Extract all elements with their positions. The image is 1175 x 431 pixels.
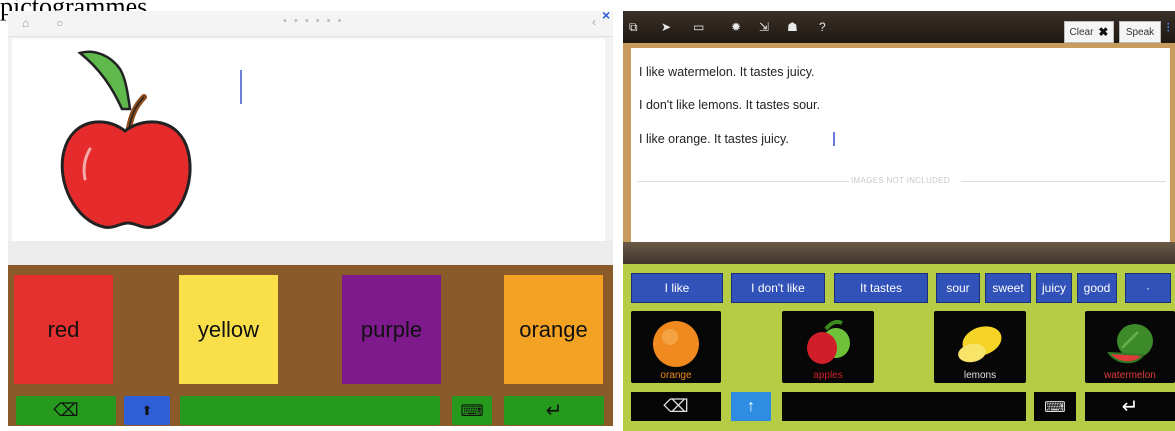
home-icon[interactable]: ⌂ [22,16,29,30]
forward-icon[interactable]: ➤ [661,20,671,34]
images-not-included-note: IMAGES NOT INCLUDED [851,176,950,185]
text-cursor [833,132,835,146]
delete-icon: ⌫ [663,396,689,416]
people-icon[interactable]: ☗ [787,20,798,34]
card-purple[interactable]: purple [342,275,441,384]
orange-image [653,321,699,367]
delete-button[interactable]: ⌫ [16,396,116,425]
phrase-label: I like [664,281,690,295]
symbol-label: lemons [963,370,997,381]
close-icon: ✖ [1098,25,1109,39]
space-bar[interactable] [782,392,1026,421]
phrase-button[interactable]: good [1077,273,1117,303]
divider-right [961,181,1166,182]
share-icon[interactable]: ⧉ [629,20,638,35]
phrase-button[interactable]: I don't like [731,273,825,303]
keyboard-icon[interactable]: ▭ [693,20,704,34]
card-yellow[interactable]: yellow [179,275,278,384]
text-cursor [240,70,242,104]
close-icon[interactable]: × [602,7,610,23]
delete-button[interactable]: ⌫ [631,392,721,421]
gear-icon[interactable]: ○ [56,16,63,30]
symbol-apples[interactable]: apples [782,311,874,383]
phrase-button[interactable]: sweet [985,273,1031,303]
apples-image [807,319,850,364]
phrase-label: juicy [1041,281,1066,295]
text-line: I don't like lemons. It tastes sour. [639,98,820,112]
gear-icon[interactable]: ✹ [731,20,741,34]
card-red[interactable]: red [14,275,113,384]
apple-image [60,50,192,229]
return-button[interactable]: ↵ [504,396,604,425]
separator-strip [8,241,613,265]
back-icon[interactable]: ‹ [592,15,596,29]
more-icon: · [1146,281,1150,295]
phrase-label: sour [946,281,970,295]
shift-icon: ↑ [747,397,755,415]
return-icon: ↵ [545,400,563,422]
right-app: ⧉ ➤ ▭ ✹ ⇲ ☗ ? Clear ✖ Speak ⁝ I like wat… [623,11,1175,431]
picture-area [12,39,605,241]
phrase-button[interactable]: I like [631,273,723,303]
speak-label: Speak [1125,26,1155,38]
export-icon[interactable]: ⇲ [759,20,769,34]
divider-left [637,181,849,182]
card-orange[interactable]: orange [504,275,603,384]
keyboard-icon: ⌨ [1044,398,1066,416]
symbol-label: apples [813,370,843,381]
phrase-button[interactable]: juicy [1036,273,1072,303]
card-label: orange [519,316,588,342]
phrase-button[interactable]: It tastes [834,273,928,303]
page-dots[interactable]: • • • • • • [283,15,343,27]
shift-button[interactable]: ↑ [731,392,771,421]
text-line: I like orange. It tastes juicy. [639,132,789,146]
keyboard-button[interactable]: ⌨ [452,396,492,425]
clear-label: Clear [1069,26,1094,38]
left-app: ⌂ ○ • • • • • • ‹ × red yellow purple or… [8,7,613,426]
return-button[interactable]: ↵ [1085,392,1175,421]
delete-icon: ⌫ [53,400,79,420]
phrase-button-more[interactable]: · [1125,273,1171,303]
phrase-label: It tastes [859,281,903,295]
text-document[interactable]: I like watermelon. It tastes juicy. I do… [631,48,1170,242]
card-label: yellow [197,316,260,342]
phrase-label: sweet [992,281,1024,295]
symbol-label: watermelon [1104,370,1156,381]
phrase-label: good [1083,281,1111,295]
symbol-watermelon[interactable]: watermelon [1085,311,1175,383]
right-toolbar: ⧉ ➤ ▭ ✹ ⇲ ☗ ? Clear ✖ Speak ⁝ [623,11,1175,43]
phrase-button[interactable]: sour [936,273,980,303]
space-bar[interactable] [180,396,440,425]
symbol-label: orange [660,370,692,381]
help-icon[interactable]: ? [819,20,826,34]
card-label: purple [360,316,423,342]
card-label: red [47,316,80,342]
clear-button[interactable]: Clear ✖ [1064,21,1114,43]
left-toolbar: ⌂ ○ • • • • • • ‹ × [8,7,613,37]
symbol-lemons[interactable]: lemons [934,311,1026,383]
keyboard-icon: ⌨ [460,402,484,420]
return-icon: ↵ [1121,396,1139,418]
shift-button[interactable]: ⬆ [124,396,170,425]
symbol-orange[interactable]: orange [631,311,721,383]
shift-icon: ⬆ [141,402,153,418]
watermelon-image [1107,324,1153,364]
phrase-label: I don't like [751,281,805,295]
lemons-image [958,326,1002,363]
text-line: I like watermelon. It tastes juicy. [639,65,815,79]
speak-button[interactable]: Speak [1119,21,1161,43]
edge-icon: ⁝ [1166,19,1171,35]
keyboard-button[interactable]: ⌨ [1034,392,1076,421]
separator-band [623,242,1175,264]
